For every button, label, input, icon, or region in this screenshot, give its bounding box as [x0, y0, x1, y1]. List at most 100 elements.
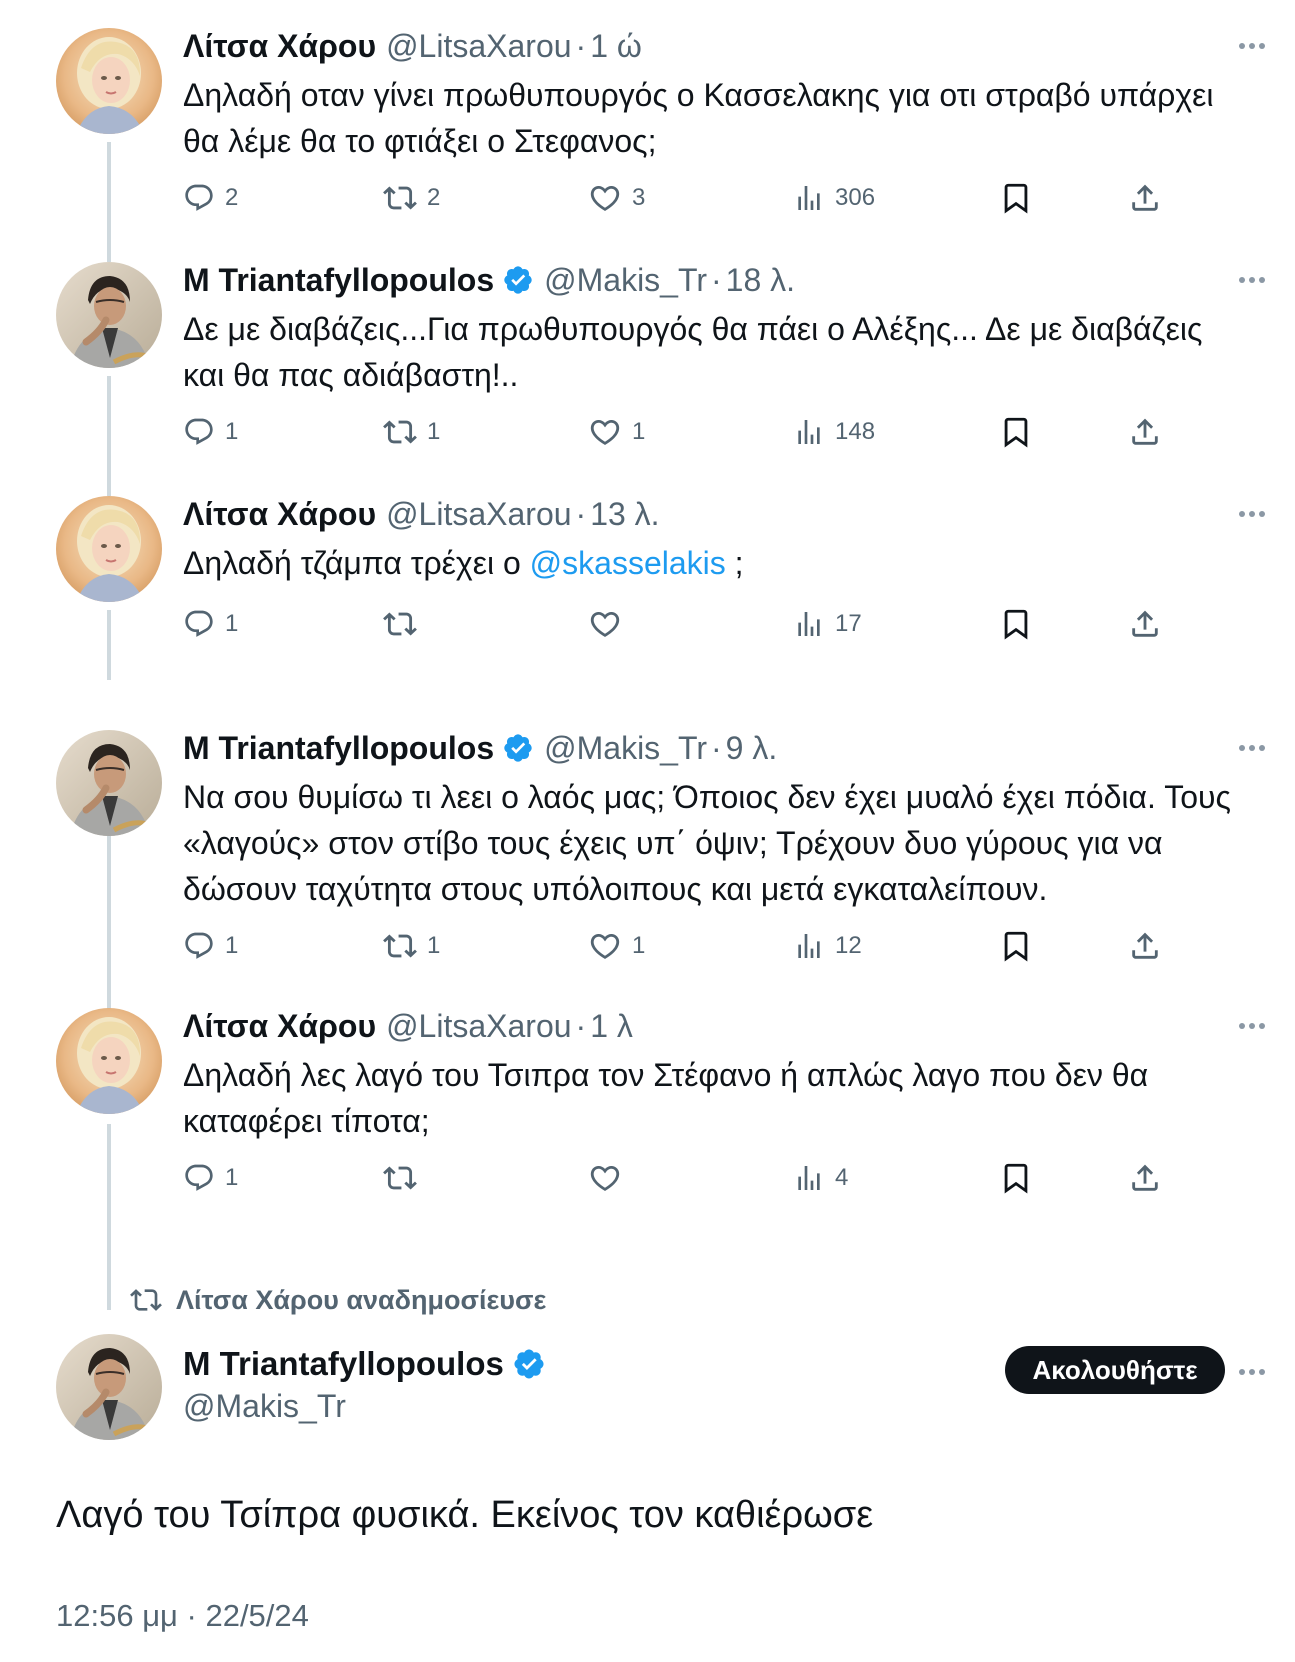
tweet-text-content: Δε με διαβάζεις...Για πρωθυπουργός θα πά…: [183, 311, 1203, 393]
separator: ·: [710, 261, 722, 298]
share-button[interactable]: [1128, 604, 1162, 644]
tweet-header: Λίτσα Χάρου @LitsaXarou · 1 ώ: [183, 24, 642, 68]
tweet-timestamp[interactable]: 12:56 μμ · 22/5/24: [56, 1598, 309, 1634]
repost-button[interactable]: 1: [383, 926, 440, 966]
like-icon: [588, 181, 622, 215]
more-icon[interactable]: [1234, 1008, 1270, 1044]
author-name[interactable]: Λίτσα Χάρου: [183, 28, 376, 65]
views-button[interactable]: 148: [793, 412, 875, 452]
views-button[interactable]: 4: [793, 1158, 848, 1198]
repost-button[interactable]: 1: [383, 412, 440, 452]
author-name[interactable]: Λίτσα Χάρου: [183, 496, 376, 533]
like-button[interactable]: 1: [588, 926, 645, 966]
view-count: 12: [835, 932, 862, 959]
repost-icon: [130, 1284, 162, 1316]
mention-link[interactable]: @skasselakis: [530, 545, 726, 581]
separator: ·: [710, 729, 722, 766]
views-button[interactable]: 12: [793, 926, 862, 966]
action-bar: 1 1 1 12: [183, 926, 1183, 966]
more-icon[interactable]: [1234, 730, 1270, 766]
reply-count: 1: [225, 610, 239, 637]
more-icon[interactable]: [1234, 1354, 1270, 1390]
reply-button[interactable]: 1: [183, 1158, 238, 1198]
reply-button[interactable]: 2: [183, 178, 238, 218]
author-name[interactable]: M Triantafyllopoulos: [183, 262, 494, 299]
share-button[interactable]: [1128, 178, 1162, 218]
avatar[interactable]: [56, 28, 162, 134]
repost-icon: [383, 415, 417, 449]
repost-icon: [383, 929, 417, 963]
repost-icon: [383, 181, 417, 215]
reply-count: 1: [225, 1164, 239, 1191]
author-handle[interactable]: @Makis_Tr: [183, 1388, 346, 1425]
bookmark-icon: [999, 415, 1033, 449]
view-count: 306: [835, 184, 876, 211]
reply-button[interactable]: 1: [183, 604, 238, 644]
more-icon[interactable]: [1234, 28, 1270, 64]
thread-line: [107, 376, 111, 496]
share-icon: [1128, 929, 1162, 963]
like-button[interactable]: 1: [588, 412, 645, 452]
repost-notice-label[interactable]: Λίτσα Χάρου αναδημοσίευσε: [176, 1285, 546, 1316]
repost-button[interactable]: [383, 1158, 427, 1198]
author-name[interactable]: M Triantafyllopoulos: [183, 1345, 504, 1383]
repost-button[interactable]: 2: [383, 178, 440, 218]
bookmark-button[interactable]: [999, 412, 1033, 452]
like-count: 1: [632, 932, 646, 959]
bookmark-icon: [999, 181, 1033, 215]
views-icon: [793, 608, 825, 640]
author-handle[interactable]: @Makis_Tr: [544, 262, 707, 299]
repost-count: 1: [427, 418, 441, 445]
tweet-time[interactable]: 1 ώ: [590, 28, 642, 65]
tweet-time[interactable]: 13 λ.: [590, 496, 659, 533]
like-button[interactable]: [588, 1158, 632, 1198]
share-icon: [1128, 607, 1162, 641]
more-icon[interactable]: [1234, 262, 1270, 298]
views-button[interactable]: 17: [793, 604, 862, 644]
like-button[interactable]: 3: [588, 178, 645, 218]
more-icon[interactable]: [1234, 496, 1270, 532]
avatar[interactable]: [56, 496, 162, 602]
reply-button[interactable]: 1: [183, 926, 238, 966]
avatar[interactable]: [56, 262, 162, 368]
tweet-header: Λίτσα Χάρου @LitsaXarou · 13 λ.: [183, 492, 660, 536]
author-name[interactable]: Λίτσα Χάρου: [183, 1008, 376, 1045]
tweet-header: M Triantafyllopoulos @Makis_Tr · 9 λ.: [183, 726, 777, 770]
share-button[interactable]: [1128, 412, 1162, 452]
avatar[interactable]: [56, 730, 162, 836]
avatar[interactable]: [56, 1334, 162, 1440]
bookmark-button[interactable]: [999, 178, 1033, 218]
share-button[interactable]: [1128, 926, 1162, 966]
thread-line: [107, 1124, 111, 1310]
author-handle[interactable]: @LitsaXarou: [386, 28, 571, 65]
author-handle[interactable]: @LitsaXarou: [386, 496, 571, 533]
tweet-header: M Triantafyllopoulos @Makis_Tr · 18 λ.: [183, 258, 795, 302]
repost-button[interactable]: [383, 604, 427, 644]
tweet-time[interactable]: 9 λ.: [726, 730, 778, 767]
bookmark-button[interactable]: [999, 926, 1033, 966]
like-count: 1: [632, 418, 646, 445]
reply-count: 1: [225, 932, 239, 959]
repost-notice: Λίτσα Χάρου αναδημοσίευσε: [130, 1280, 546, 1320]
separator: ·: [575, 1007, 587, 1044]
share-button[interactable]: [1128, 1158, 1162, 1198]
views-button[interactable]: 306: [793, 178, 875, 218]
author-handle[interactable]: @LitsaXarou: [386, 1008, 571, 1045]
like-icon: [588, 929, 622, 963]
separator: ·: [575, 495, 587, 532]
reply-icon: [183, 1162, 215, 1194]
bookmark-button[interactable]: [999, 604, 1033, 644]
tweet-time[interactable]: 1 λ: [590, 1008, 633, 1045]
tweet-time[interactable]: 18 λ.: [726, 262, 795, 299]
like-button[interactable]: [588, 604, 632, 644]
author-name[interactable]: M Triantafyllopoulos: [183, 730, 494, 767]
tweet-text-content: Δηλαδή τζάμπα τρέχει ο: [183, 545, 530, 581]
reply-icon: [183, 182, 215, 214]
author-handle[interactable]: @Makis_Tr: [544, 730, 707, 767]
bookmark-button[interactable]: [999, 1158, 1033, 1198]
follow-button[interactable]: Ακολουθήστε: [1005, 1346, 1225, 1394]
avatar[interactable]: [56, 1008, 162, 1114]
reply-button[interactable]: 1: [183, 412, 238, 452]
tweet-header: Λίτσα Χάρου @LitsaXarou · 1 λ: [183, 1004, 633, 1048]
reply-count: 1: [225, 418, 239, 445]
